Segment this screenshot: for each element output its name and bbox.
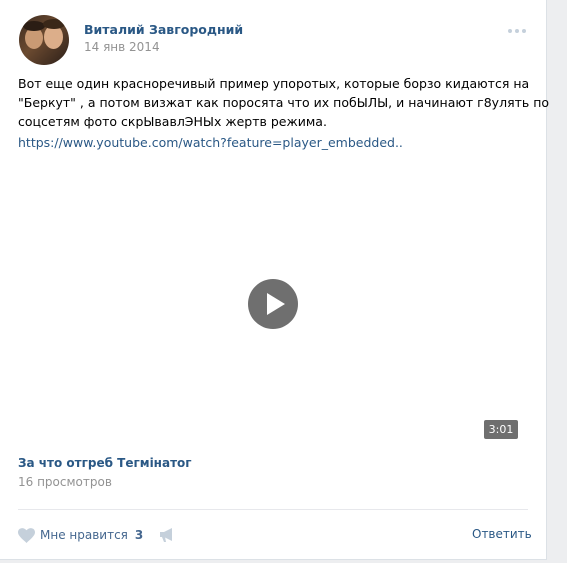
- avatar-hair-left: [23, 21, 45, 31]
- like-label: Мне нравится: [40, 528, 128, 542]
- post-text-line: "Беркут" , а потом визжат как поросята ч…: [18, 95, 550, 110]
- video-views: 16 просмотров: [18, 475, 112, 489]
- play-icon: [267, 293, 285, 315]
- like-button[interactable]: Мне нравится 3: [18, 526, 143, 544]
- ellipsis-icon[interactable]: [508, 27, 530, 35]
- post-text: Вот еще один красноречивый пример упорот…: [18, 74, 550, 131]
- video-title[interactable]: За что отгреб Тегмінатог: [18, 456, 192, 470]
- author-name[interactable]: Виталий Завгородний: [84, 22, 243, 37]
- duration-badge: 3:01: [484, 420, 518, 439]
- post-link[interactable]: https://www.youtube.com/watch?feature=pl…: [18, 133, 403, 152]
- megaphone-icon[interactable]: [158, 527, 175, 543]
- reply-button[interactable]: Ответить: [472, 527, 532, 541]
- post-card: Виталий Завгородний 14 янв 2014 Вот еще …: [0, 0, 550, 560]
- like-count: 3: [134, 528, 144, 542]
- avatar[interactable]: [19, 15, 69, 65]
- video-player[interactable]: 3:01: [18, 155, 528, 445]
- avatar-hair-right: [43, 19, 65, 29]
- heart-icon: [18, 527, 35, 543]
- post-date[interactable]: 14 янв 2014: [84, 40, 160, 54]
- play-button[interactable]: [248, 279, 298, 329]
- divider: [18, 509, 528, 510]
- post-text-line: соцсетям фото скрЫвавлЭНЫх жертв режима.: [18, 114, 327, 129]
- post-text-line: Вот еще один красноречивый пример упорот…: [18, 76, 530, 91]
